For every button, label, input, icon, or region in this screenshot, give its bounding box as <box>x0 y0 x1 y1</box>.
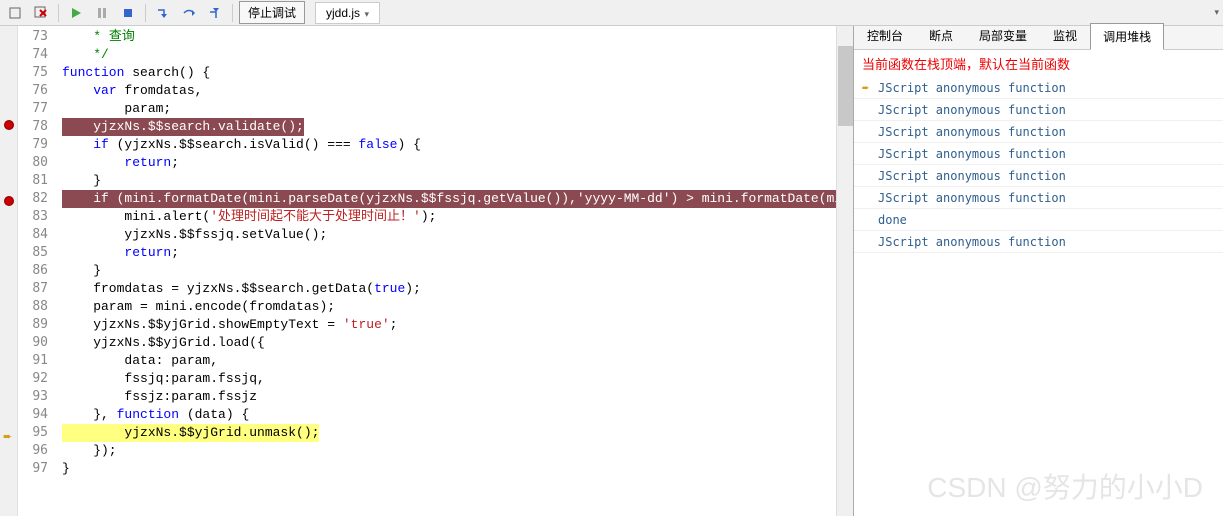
code-line[interactable]: yjzxNs.$$yjGrid.unmask(); <box>54 424 836 442</box>
breakpoint-marker[interactable] <box>4 120 14 130</box>
stack-frame[interactable]: JScript anonymous function <box>854 187 1223 209</box>
line-number: 95 <box>18 424 48 442</box>
stack-frame-label: JScript anonymous function <box>878 81 1066 95</box>
play-icon[interactable] <box>65 2 87 24</box>
debug-tabs: 控制台断点局部变量监视调用堆栈 <box>854 26 1223 50</box>
code-line[interactable]: mini.alert('处理时间起不能大于处理时间止！'); <box>54 208 836 226</box>
code-line[interactable]: return; <box>54 154 836 172</box>
stack-frame-label: JScript anonymous function <box>878 169 1066 183</box>
code-line[interactable]: var fromdatas, <box>54 82 836 100</box>
breakpoint-gutter[interactable]: ➨ <box>0 26 18 516</box>
stack-frame-label: JScript anonymous function <box>878 103 1066 117</box>
stack-frame[interactable]: JScript anonymous function <box>854 121 1223 143</box>
pause-icon[interactable] <box>91 2 113 24</box>
line-number: 96 <box>18 442 48 460</box>
debug-tab-3[interactable]: 监视 <box>1040 22 1090 49</box>
code-line[interactable]: data: param, <box>54 352 836 370</box>
code-area[interactable]: * 查询 */function search() { var fromdatas… <box>54 26 836 516</box>
code-editor[interactable]: ➨ 73747576777879808182838485868788899091… <box>0 26 853 516</box>
line-number: 81 <box>18 172 48 190</box>
line-number: 94 <box>18 406 48 424</box>
step-out-icon[interactable] <box>204 2 226 24</box>
line-number: 85 <box>18 244 48 262</box>
code-line[interactable]: param; <box>54 100 836 118</box>
stack-frame[interactable]: done <box>854 209 1223 231</box>
code-line[interactable]: param = mini.encode(fromdatas); <box>54 298 836 316</box>
line-number: 89 <box>18 316 48 334</box>
line-number: 97 <box>18 460 48 478</box>
stack-frame[interactable]: JScript anonymous function <box>854 231 1223 253</box>
current-frame-arrow: ➨ <box>862 81 878 95</box>
code-line[interactable]: yjzxNs.$$search.validate(); <box>54 118 836 136</box>
stack-frame-label: JScript anonymous function <box>878 235 1066 249</box>
current-line-arrow: ➨ <box>3 430 17 443</box>
code-line[interactable]: * 查询 <box>54 28 836 46</box>
stack-frame[interactable]: ➨JScript anonymous function <box>854 77 1223 99</box>
code-line[interactable]: } <box>54 262 836 280</box>
stack-frame-label: JScript anonymous function <box>878 191 1066 205</box>
stack-frame[interactable]: JScript anonymous function <box>854 99 1223 121</box>
line-number: 91 <box>18 352 48 370</box>
line-number: 78 <box>18 118 48 136</box>
code-line[interactable]: return; <box>54 244 836 262</box>
stack-frame-label: JScript anonymous function <box>878 125 1066 139</box>
line-number: 92 <box>18 370 48 388</box>
line-number: 90 <box>18 334 48 352</box>
code-line[interactable]: yjzxNs.$$yjGrid.showEmptyText = 'true'; <box>54 316 836 334</box>
line-number: 77 <box>18 100 48 118</box>
code-line[interactable]: yjzxNs.$$fssjq.setValue(); <box>54 226 836 244</box>
vertical-scrollbar[interactable] <box>836 26 853 516</box>
line-number-gutter: 7374757677787980818283848586878889909192… <box>18 26 54 516</box>
code-line[interactable]: fssjq:param.fssjq, <box>54 370 836 388</box>
code-line[interactable]: fromdatas = yjzxNs.$$search.getData(true… <box>54 280 836 298</box>
toolbar-btn-1[interactable] <box>4 2 26 24</box>
debug-tab-0[interactable]: 控制台 <box>854 22 916 49</box>
code-line[interactable]: }, function (data) { <box>54 406 836 424</box>
stop-debug-button[interactable]: 停止调试 <box>239 1 305 24</box>
line-number: 84 <box>18 226 48 244</box>
code-line[interactable]: */ <box>54 46 836 64</box>
close-debug-icon[interactable] <box>30 2 52 24</box>
file-tab[interactable]: yjdd.js ▾ <box>315 2 380 24</box>
stack-frame-label: done <box>878 213 907 227</box>
line-number: 76 <box>18 82 48 100</box>
debug-tab-4[interactable]: 调用堆栈 <box>1090 23 1164 50</box>
line-number: 83 <box>18 208 48 226</box>
code-line[interactable]: fssjz:param.fssjz <box>54 388 836 406</box>
line-number: 88 <box>18 298 48 316</box>
code-line[interactable]: if (mini.formatDate(mini.parseDate(yjzxN… <box>54 190 836 208</box>
line-number: 82 <box>18 190 48 208</box>
line-number: 73 <box>18 28 48 46</box>
call-stack-list: ➨JScript anonymous functionJScript anony… <box>854 77 1223 516</box>
chevron-down-icon[interactable]: ▾ <box>1214 7 1219 18</box>
debug-panel: 控制台断点局部变量监视调用堆栈 当前函数在栈顶端，默认在当前函数 ➨JScrip… <box>853 26 1223 516</box>
line-number: 87 <box>18 280 48 298</box>
breakpoint-marker[interactable] <box>4 196 14 206</box>
debug-tab-1[interactable]: 断点 <box>916 22 966 49</box>
stack-message: 当前函数在栈顶端，默认在当前函数 <box>854 50 1223 77</box>
stop-icon[interactable] <box>117 2 139 24</box>
stack-frame[interactable]: JScript anonymous function <box>854 143 1223 165</box>
code-line[interactable]: } <box>54 172 836 190</box>
line-number: 79 <box>18 136 48 154</box>
code-line[interactable]: function search() { <box>54 64 836 82</box>
step-into-icon[interactable] <box>152 2 174 24</box>
stack-frame[interactable]: JScript anonymous function <box>854 165 1223 187</box>
chevron-down-icon: ▾ <box>362 9 369 19</box>
scrollbar-thumb[interactable] <box>838 46 853 126</box>
code-line[interactable]: } <box>54 460 836 478</box>
line-number: 74 <box>18 46 48 64</box>
debug-tab-2[interactable]: 局部变量 <box>966 22 1040 49</box>
code-line[interactable]: }); <box>54 442 836 460</box>
code-line[interactable]: yjzxNs.$$yjGrid.load({ <box>54 334 836 352</box>
line-number: 80 <box>18 154 48 172</box>
stack-frame-label: JScript anonymous function <box>878 147 1066 161</box>
line-number: 86 <box>18 262 48 280</box>
line-number: 75 <box>18 64 48 82</box>
step-over-icon[interactable] <box>178 2 200 24</box>
code-line[interactable]: if (yjzxNs.$$search.isValid() === false)… <box>54 136 836 154</box>
line-number: 93 <box>18 388 48 406</box>
